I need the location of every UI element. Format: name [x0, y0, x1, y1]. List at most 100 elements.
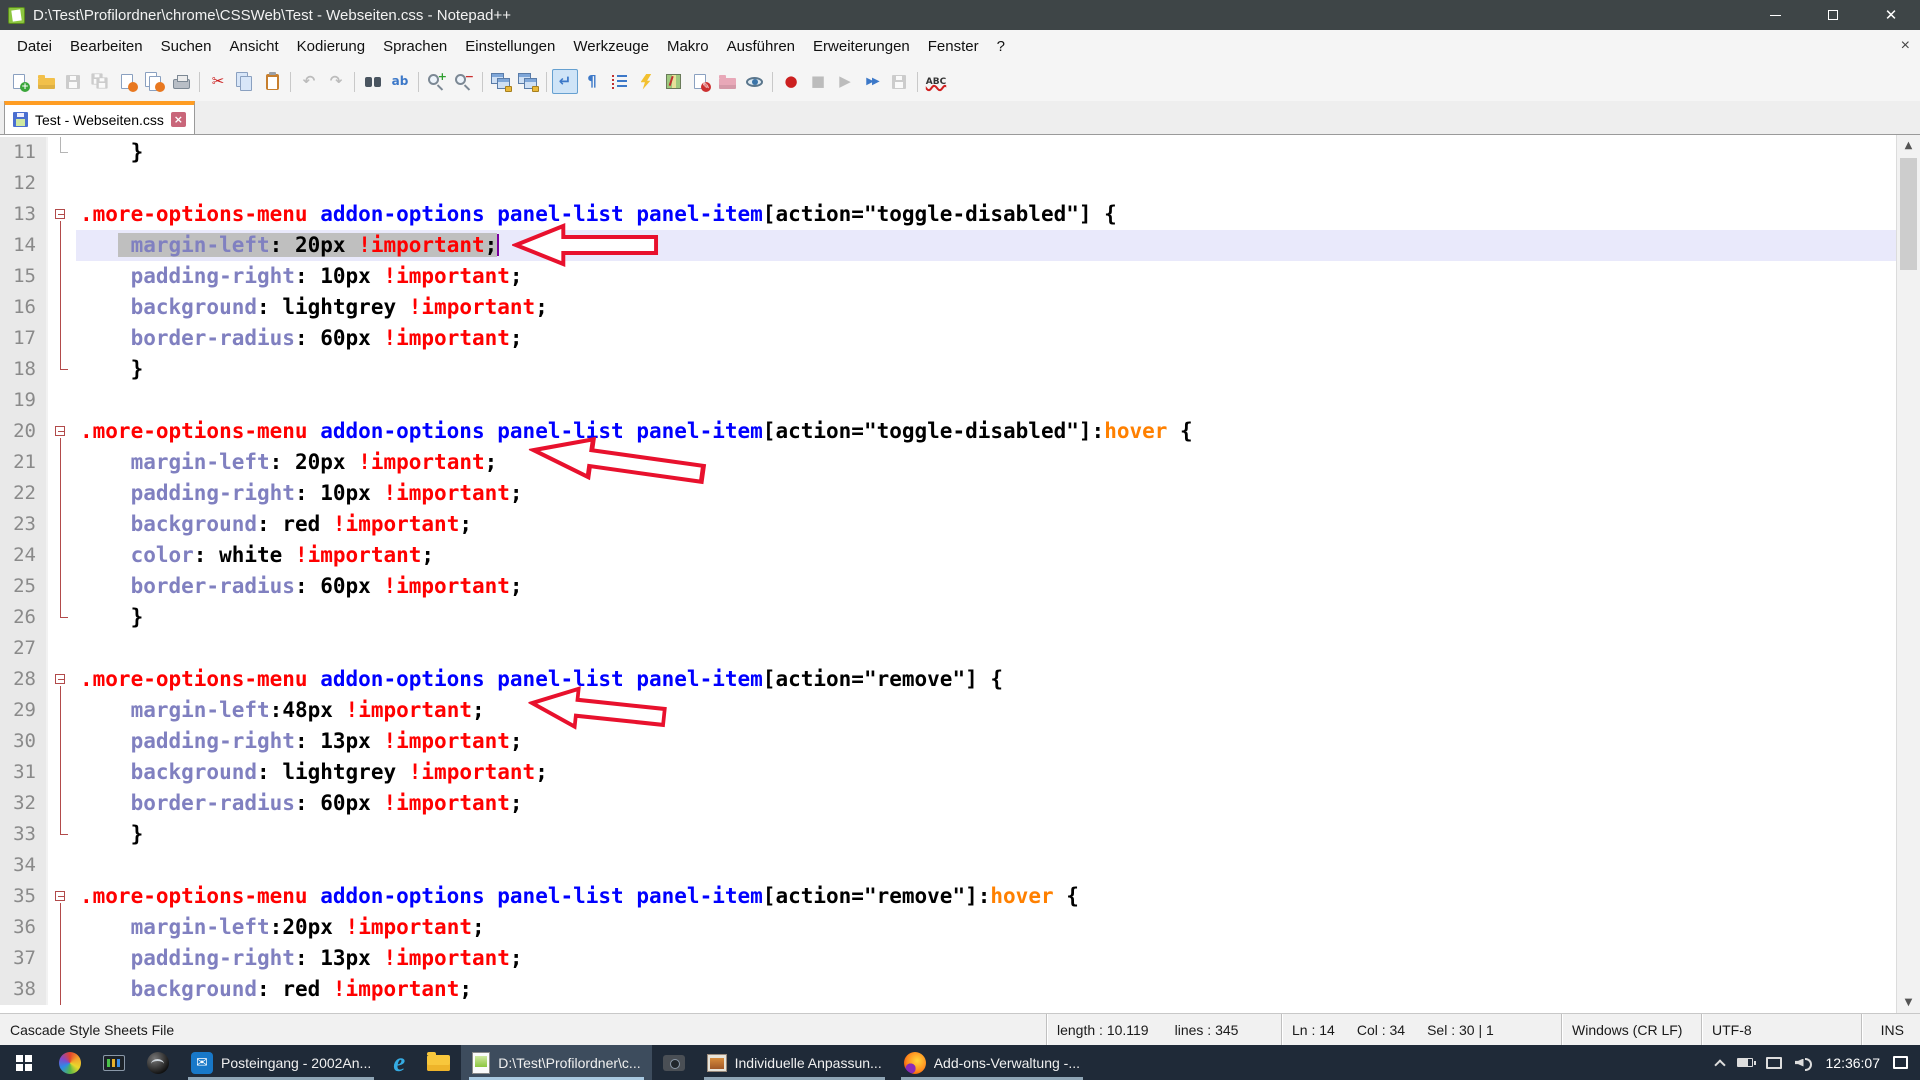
menu-item-ausfhren[interactable]: Ausführen — [718, 38, 804, 55]
taskbar-mail-window[interactable]: ✉Posteingang - 2002An... — [180, 1045, 382, 1080]
replace-button[interactable]: ab — [387, 69, 413, 94]
save-all-button[interactable] — [87, 69, 113, 94]
paste-button[interactable] — [259, 69, 285, 94]
macro-stop-button[interactable]: ■ — [805, 69, 831, 94]
fold-margin — [48, 943, 76, 974]
code-line-13: 13.more-options-menu addon-options panel… — [0, 199, 1896, 230]
menu-item-?[interactable]: ? — [988, 38, 1014, 55]
word-wrap-button[interactable]: ↵ — [552, 69, 578, 94]
menu-item-fenster[interactable]: Fenster — [919, 38, 988, 55]
taskbar-notepadpp-window[interactable]: D:\Test\Profilordner\c... — [461, 1045, 651, 1080]
copy-button[interactable] — [232, 69, 258, 94]
macro-record-button[interactable]: ● — [778, 69, 804, 94]
sync-vertical-scroll-button[interactable] — [488, 69, 514, 94]
menu-item-bearbeiten[interactable]: Bearbeiten — [61, 38, 152, 55]
taskbar-camera-app[interactable] — [652, 1045, 696, 1080]
menu-item-datei[interactable]: Datei — [8, 38, 61, 55]
menu-item-werkzeuge[interactable]: Werkzeuge — [564, 38, 658, 55]
line-number: 14 — [0, 230, 48, 261]
undo-button[interactable]: ↶ — [296, 69, 322, 94]
line-number: 13 — [0, 199, 48, 230]
editor[interactable]: 11 }1213.more-options-menu addon-options… — [0, 135, 1920, 1013]
minimize-button[interactable] — [1746, 0, 1804, 30]
find-button[interactable] — [360, 69, 386, 94]
scrollbar-thumb[interactable] — [1900, 158, 1917, 270]
speaker-icon[interactable] — [1795, 1057, 1813, 1069]
menu-item-erweiterungen[interactable]: Erweiterungen — [804, 38, 919, 55]
taskbar-file-explorer[interactable] — [416, 1045, 461, 1080]
statusbar-line: Ln : 14 — [1292, 1022, 1335, 1038]
show-all-characters-button[interactable]: ¶ — [579, 69, 605, 94]
function-list-button[interactable] — [633, 69, 659, 94]
start-button[interactable] — [0, 1045, 48, 1080]
taskbar-edge[interactable]: e — [382, 1045, 416, 1080]
code-text: border-radius: 60px !important; — [76, 788, 1896, 819]
zoom-out-button[interactable]: − — [451, 69, 477, 94]
notification-center-icon[interactable] — [1893, 1056, 1908, 1069]
zoom-in-button[interactable]: + — [424, 69, 450, 94]
code-text: .more-options-menu addon-options panel-l… — [76, 416, 1896, 447]
document-map-button[interactable] — [660, 69, 686, 94]
taskbar-photos-app[interactable] — [48, 1045, 92, 1080]
fold-collapse-icon[interactable] — [48, 881, 76, 912]
menu-item-sprachen[interactable]: Sprachen — [374, 38, 456, 55]
menu-item-makro[interactable]: Makro — [658, 38, 718, 55]
document-switcher-button[interactable]: ✎ — [687, 69, 713, 94]
menu-item-ansicht[interactable]: Ansicht — [220, 38, 287, 55]
scroll-down-icon[interactable]: ▼ — [1897, 992, 1920, 1013]
code-line-28: 28.more-options-menu addon-options panel… — [0, 664, 1896, 695]
file-monitoring-button[interactable] — [741, 69, 767, 94]
indent-guide-button[interactable] — [606, 69, 632, 94]
folder-as-workspace-button[interactable] — [714, 69, 740, 94]
statusbar-column: Col : 34 — [1357, 1022, 1405, 1038]
menu-item-kodierung[interactable]: Kodierung — [288, 38, 374, 55]
text-caret — [497, 234, 499, 256]
macro-save-button[interactable] — [886, 69, 912, 94]
taskbar-item-label: Posteingang - 2002An... — [221, 1055, 371, 1071]
code-text: } — [76, 602, 1896, 633]
colorful-app-icon — [59, 1052, 81, 1074]
code-text: background: red !important; — [76, 974, 1896, 1005]
line-number: 31 — [0, 757, 48, 788]
tab-test-webseiten[interactable]: Test - Webseiten.css × — [4, 101, 195, 134]
print-button[interactable] — [168, 69, 194, 94]
fold-margin — [48, 478, 76, 509]
scroll-up-icon[interactable]: ▲ — [1897, 135, 1920, 156]
cut-button[interactable]: ✂ — [205, 69, 231, 94]
fold-collapse-icon[interactable] — [48, 416, 76, 447]
menubar-close-icon[interactable]: × — [1901, 37, 1910, 55]
vertical-scrollbar[interactable]: ▲ ▼ — [1896, 135, 1920, 1013]
sync-horizontal-scroll-button[interactable] — [515, 69, 541, 94]
spell-check-button[interactable]: ABC — [923, 69, 949, 94]
tab-close-icon[interactable]: × — [171, 112, 186, 127]
fold-margin — [48, 354, 76, 385]
close-all-documents-button[interactable] — [141, 69, 167, 94]
taskbar-system-monitor-app[interactable] — [92, 1045, 136, 1080]
menu-item-einstellungen[interactable]: Einstellungen — [456, 38, 564, 55]
tray-chevron-up-icon[interactable] — [1714, 1059, 1725, 1070]
taskbar-clock[interactable]: 12:36:07 — [1826, 1055, 1881, 1071]
macro-run-multiple-button[interactable]: ▶▶ — [859, 69, 885, 94]
save-button[interactable] — [60, 69, 86, 94]
maximize-button[interactable] — [1804, 0, 1862, 30]
code-text: margin-left: 20px !important; — [76, 447, 1896, 478]
taskbar-settings-window[interactable]: Individuelle Anpassun... — [696, 1045, 893, 1080]
taskbar-firefox-window[interactable]: Add-ons-Verwaltung -... — [893, 1045, 1091, 1080]
new-file-button[interactable]: + — [6, 69, 32, 94]
line-number: 24 — [0, 540, 48, 571]
close-document-button[interactable] — [114, 69, 140, 94]
line-number: 25 — [0, 571, 48, 602]
fold-collapse-icon[interactable] — [48, 664, 76, 695]
menu-item-suchen[interactable]: Suchen — [152, 38, 221, 55]
fold-collapse-icon[interactable] — [48, 199, 76, 230]
code-text: margin-left: 20px !important; — [76, 230, 1896, 261]
display-icon[interactable] — [1766, 1057, 1782, 1069]
battery-icon[interactable] — [1737, 1058, 1753, 1067]
open-file-button[interactable] — [33, 69, 59, 94]
taskbar-dark-sphere-app[interactable] — [136, 1045, 180, 1080]
close-button[interactable]: ✕ — [1862, 0, 1920, 30]
macro-play-button[interactable]: ▶ — [832, 69, 858, 94]
system-tray: 12:36:07 — [1704, 1045, 1920, 1080]
code-line-29: 29 margin-left:48px !important; — [0, 695, 1896, 726]
redo-button[interactable]: ↷ — [323, 69, 349, 94]
